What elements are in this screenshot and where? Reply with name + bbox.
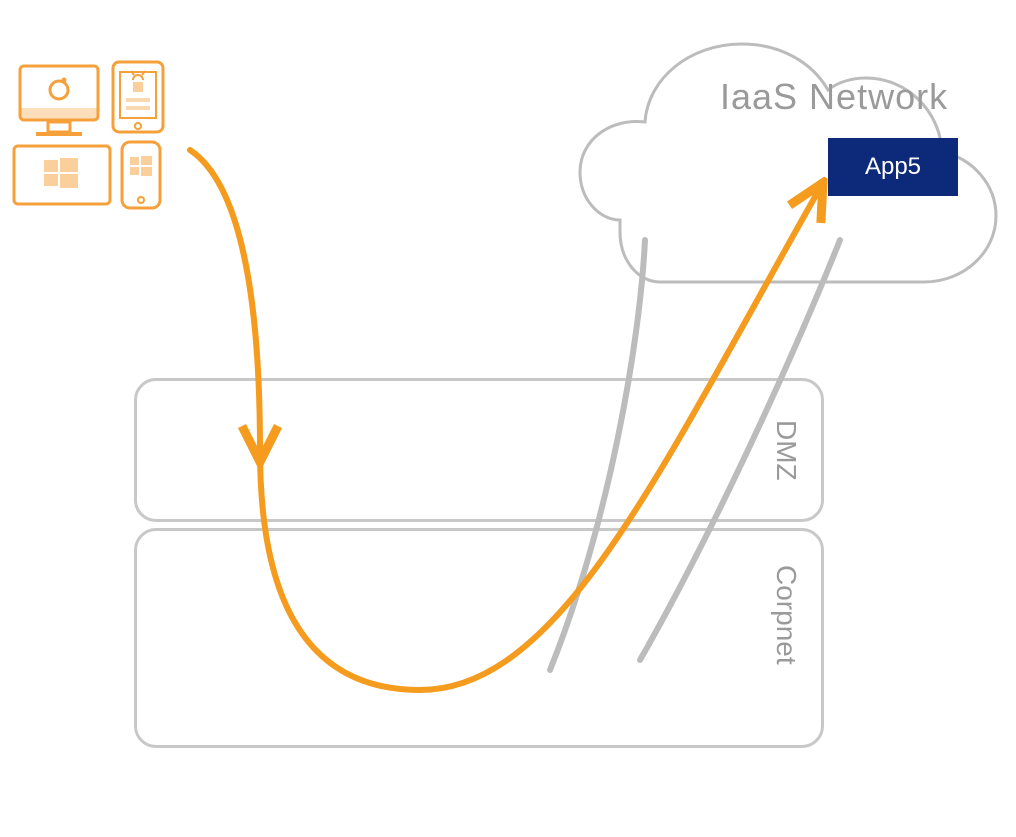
client-devices [0,0,1016,837]
windows-phone-icon [122,142,160,208]
diagram-canvas: IaaS Network App5 DMZ Corpnet [0,0,1016,837]
android-tablet-icon [113,62,163,132]
windows-laptop-icon [14,146,110,204]
mac-desktop-icon [20,66,98,136]
